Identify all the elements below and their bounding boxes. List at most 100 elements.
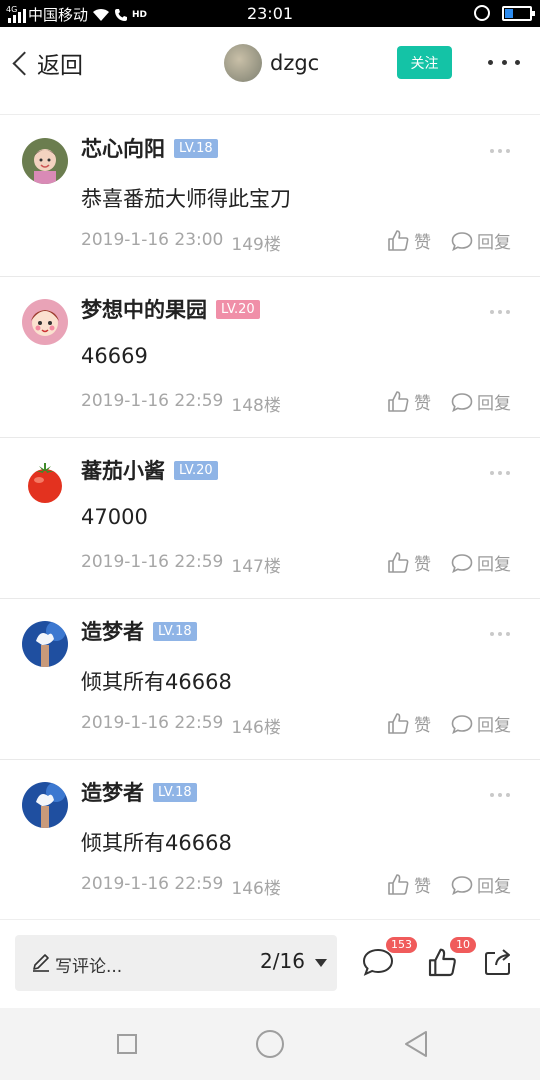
like-label: 赞: [414, 877, 431, 897]
battery-icon: [502, 5, 535, 21]
commenter-avatar[interactable]: [22, 138, 68, 184]
more-options-icon[interactable]: [488, 52, 520, 72]
pencil-icon: [33, 954, 49, 972]
comment-item: 蕃茄小酱 LV.20 47000 2019-1-16 22:59 147楼 赞 …: [0, 438, 540, 599]
comment-more-icon[interactable]: [490, 471, 510, 475]
reply-label: 回复: [477, 555, 511, 575]
page-indicator[interactable]: 2/16: [260, 949, 305, 973]
back-button[interactable]: 返回: [10, 47, 83, 79]
chevron-left-icon: [12, 50, 37, 76]
chat-bubble-icon: [451, 392, 473, 412]
comment-item: 梦想中的果园 LV.20 46669 2019-1-16 22:59 148楼 …: [0, 277, 540, 438]
status-bar: 4G 中国移动 HD 23:01: [0, 0, 540, 27]
reply-label: 回复: [477, 394, 511, 414]
comment-input[interactable]: 写评论... 2/16: [15, 935, 337, 991]
comment-count-badge: 153: [386, 937, 417, 953]
like-label: 赞: [414, 716, 431, 736]
commenter-avatar[interactable]: [22, 782, 68, 828]
comment-more-icon[interactable]: [490, 793, 510, 797]
status-time: 23:01: [246, 4, 294, 23]
share-button[interactable]: [483, 947, 517, 981]
reply-label: 回复: [477, 877, 511, 897]
like-button[interactable]: 赞: [386, 389, 431, 414]
level-badge: LV.18: [174, 138, 218, 158]
reply-label: 回复: [477, 233, 511, 253]
comment-meta: 2019-1-16 23:00 149楼: [81, 230, 281, 255]
comments-button[interactable]: 153: [362, 937, 417, 981]
chat-bubble-icon: [451, 714, 473, 734]
reply-button[interactable]: 回复: [451, 711, 511, 736]
level-badge: LV.18: [153, 782, 197, 802]
comment-date: 2019-1-16 22:59: [81, 713, 224, 733]
top-nav-bar: 返回 dzgc 关注: [0, 27, 540, 115]
reply-label: 回复: [477, 716, 511, 736]
dropdown-arrow-icon[interactable]: [315, 959, 327, 967]
chat-bubble-icon: [451, 231, 473, 251]
comment-floor: 147楼: [231, 557, 281, 577]
post-author[interactable]: dzgc: [224, 44, 319, 82]
follow-button[interactable]: 关注: [397, 46, 452, 79]
author-avatar[interactable]: [224, 44, 262, 82]
thumbs-up-icon: [388, 712, 409, 734]
level-badge: LV.20: [216, 299, 260, 319]
like-button[interactable]: 赞: [386, 228, 431, 253]
comment-header: 芯心向阳 LV.18: [81, 133, 218, 163]
comment-text: 47000: [81, 505, 148, 529]
thumbs-up-icon: [388, 551, 409, 573]
comment-meta: 2019-1-16 22:59 148楼: [81, 391, 281, 416]
reply-button[interactable]: 回复: [451, 228, 511, 253]
commenter-name[interactable]: 造梦者: [81, 777, 144, 807]
home-icon[interactable]: [256, 1030, 284, 1058]
like-button[interactable]: 赞: [386, 550, 431, 575]
comment-meta: 2019-1-16 22:59 146楼: [81, 713, 281, 738]
comment-item: 芯心向阳 LV.18 恭喜番茄大师得此宝刀 2019-1-16 23:00 14…: [0, 116, 540, 277]
chat-bubble-icon: [451, 553, 473, 573]
like-button[interactable]: 赞: [386, 711, 431, 736]
rotation-lock-icon: [474, 5, 490, 21]
commenter-name[interactable]: 芯心向阳: [81, 133, 165, 163]
comment-date: 2019-1-16 22:59: [81, 552, 224, 572]
comment-text: 恭喜番茄大师得此宝刀: [81, 187, 291, 211]
back-label: 返回: [37, 53, 83, 79]
comment-item: 造梦者 LV.18 倾其所有46668 2019-1-16 22:59 146楼…: [0, 599, 540, 760]
reply-button[interactable]: 回复: [451, 389, 511, 414]
comment-more-icon[interactable]: [490, 149, 510, 153]
comment-floor: 146楼: [231, 718, 281, 738]
reply-button[interactable]: 回复: [451, 550, 511, 575]
commenter-name[interactable]: 造梦者: [81, 616, 144, 646]
comment-date: 2019-1-16 22:59: [81, 874, 224, 894]
comment-text: 46669: [81, 344, 148, 368]
recent-apps-icon[interactable]: [117, 1034, 137, 1054]
back-triangle-icon[interactable]: [404, 1030, 428, 1058]
like-button[interactable]: 赞: [386, 872, 431, 897]
bottom-action-bar: 写评论... 2/16 153 10: [0, 919, 540, 1008]
comment-date: 2019-1-16 22:59: [81, 391, 224, 411]
like-label: 赞: [414, 233, 431, 253]
thumbs-up-icon: [388, 390, 409, 412]
commenter-name[interactable]: 梦想中的果园: [81, 294, 207, 324]
comment-header: 造梦者 LV.18: [81, 616, 197, 646]
like-post-button[interactable]: 10: [426, 937, 476, 981]
comment-more-icon[interactable]: [490, 632, 510, 636]
level-badge: LV.18: [153, 621, 197, 641]
commenter-name[interactable]: 蕃茄小酱: [81, 455, 165, 485]
thumbs-up-icon: [388, 229, 409, 251]
comment-floor: 148楼: [231, 396, 281, 416]
author-name[interactable]: dzgc: [270, 51, 319, 75]
comment-text: 倾其所有46668: [81, 831, 232, 855]
like-label: 赞: [414, 394, 431, 414]
comment-header: 蕃茄小酱 LV.20: [81, 455, 218, 485]
comment-date: 2019-1-16 23:00: [81, 230, 224, 250]
status-right: [474, 5, 535, 21]
commenter-avatar[interactable]: [22, 460, 68, 506]
system-nav-bar: [0, 1008, 540, 1080]
commenter-avatar[interactable]: [22, 299, 68, 345]
comment-meta: 2019-1-16 22:59 147楼: [81, 552, 281, 577]
comment-meta: 2019-1-16 22:59 146楼: [81, 874, 281, 899]
comment-more-icon[interactable]: [490, 310, 510, 314]
reply-button[interactable]: 回复: [451, 872, 511, 897]
chat-bubble-icon: [451, 875, 473, 895]
commenter-avatar[interactable]: [22, 621, 68, 667]
like-count-badge: 10: [450, 937, 476, 953]
comment-header: 造梦者 LV.18: [81, 777, 197, 807]
